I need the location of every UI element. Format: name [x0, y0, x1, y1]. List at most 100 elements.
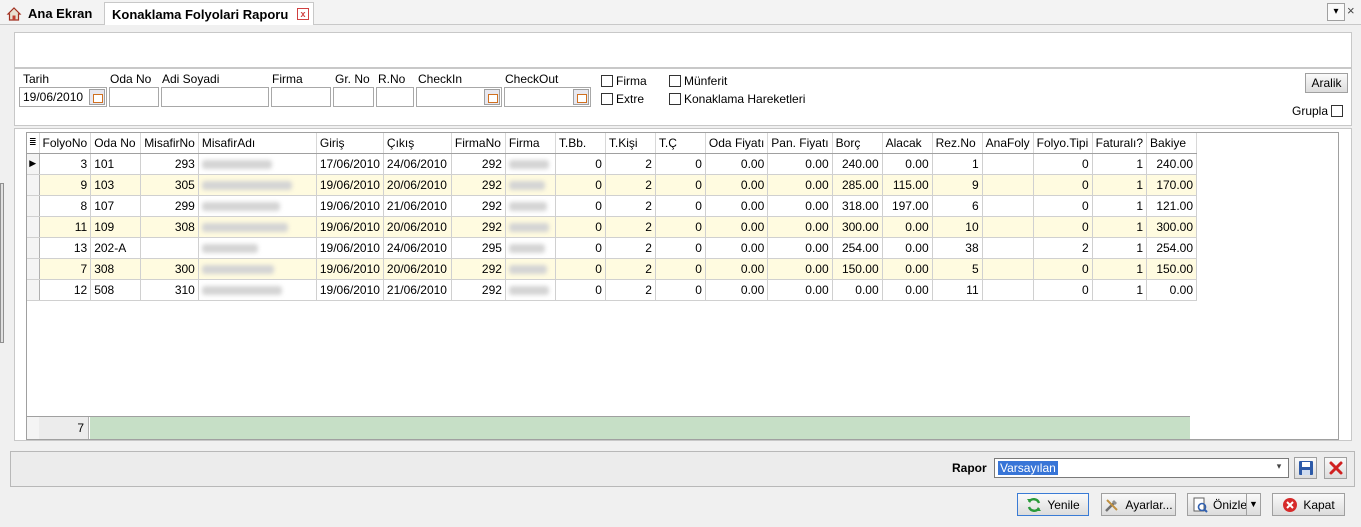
column-header[interactable]: Çıkış [383, 133, 452, 154]
row-indicator[interactable] [27, 216, 40, 238]
column-header[interactable]: Bakiye [1146, 133, 1198, 154]
table-row[interactable]: ▶ 3 101 293 17/06/2010 24/06/2010 292 0 2 0 0.00 0.… [27, 153, 1198, 175]
row-indicator[interactable] [27, 279, 40, 301]
chevron-down-icon[interactable]: ▼ [1246, 494, 1260, 515]
column-header[interactable]: Giriş [316, 133, 384, 154]
tab-konaklama-folyolari-raporu[interactable]: Konaklama Folyolari Raporu x [104, 2, 314, 25]
ayarlar-button[interactable]: Ayarlar... [1101, 493, 1176, 516]
home-icon [6, 6, 22, 21]
column-chooser-icon[interactable]: ≣ [27, 133, 40, 154]
table-cell: 0.00 [767, 258, 833, 280]
tarih-field[interactable]: 19/06/2010 [19, 87, 107, 107]
table-cell: 300.00 [832, 216, 883, 238]
table-cell: 295 [451, 237, 506, 259]
delete-report-button[interactable] [1324, 457, 1347, 479]
kapat-label: Kapat [1303, 497, 1335, 512]
checkout-field[interactable] [504, 87, 591, 107]
column-header[interactable]: T.Kişi [605, 133, 656, 154]
column-header[interactable]: Oda No [90, 133, 142, 154]
checkbox-box[interactable] [601, 93, 613, 105]
table-cell: 2 [605, 279, 656, 301]
firma-field[interactable] [271, 87, 331, 107]
table-cell: 109 [90, 216, 142, 238]
save-report-button[interactable] [1294, 457, 1317, 479]
redacted-text [201, 180, 292, 190]
table-row[interactable]: 7 308 300 19/06/2010 20/06/2010 292 0 2 0 0.00 0.0… [27, 258, 1198, 280]
column-header[interactable]: AnaFoly [982, 133, 1034, 154]
checkbox-box[interactable] [669, 75, 681, 87]
row-selector-arrow-icon[interactable]: ▶ [27, 153, 40, 175]
checkin-field[interactable] [416, 87, 502, 107]
table-row[interactable]: 8 107 299 19/06/2010 21/06/2010 292 0 2 0 0.00 0.0… [27, 195, 1198, 217]
rapor-label: Rapor [952, 461, 987, 475]
table-row[interactable]: 13 202-A 19/06/2010 24/06/2010 295 0 2 0 0.00 0.0… [27, 237, 1198, 259]
column-header[interactable]: MisafirAdı [198, 133, 317, 154]
r-no-field[interactable] [376, 87, 414, 107]
folyo-grid[interactable]: ≣ FolyoNo Oda No MisafirNo MisafirAdı Giriş Ç… [26, 132, 1339, 440]
column-header[interactable]: Borç [832, 133, 883, 154]
grupla-checkbox[interactable]: Grupla [1292, 104, 1346, 118]
calendar-icon[interactable] [573, 89, 589, 105]
row-indicator[interactable] [27, 174, 40, 196]
table-cell: 0.00 [705, 258, 769, 280]
oda-no-field[interactable] [109, 87, 159, 107]
table-cell [982, 216, 1034, 238]
row-indicator[interactable] [27, 237, 40, 259]
table-row[interactable]: 11 109 308 19/06/2010 20/06/2010 292 0 2 0 0.00 0.… [27, 216, 1198, 238]
column-header[interactable]: T.Ç [655, 133, 706, 154]
chevron-down-icon[interactable]: ▾ [1272, 461, 1286, 475]
row-indicator[interactable] [27, 195, 40, 217]
checkbox-box[interactable] [1331, 105, 1344, 117]
column-header[interactable]: Rez.No [932, 133, 983, 154]
table-cell: 0.00 [705, 279, 769, 301]
table-cell: 0 [1033, 195, 1093, 217]
column-header[interactable]: Pan. Fiyatı [767, 133, 833, 154]
close-circle-icon [1283, 497, 1298, 512]
extre-checkbox[interactable]: Extre [601, 92, 644, 106]
tab-close-icon[interactable]: x [297, 8, 309, 20]
chevron-down-icon[interactable]: ▾ [1327, 3, 1345, 21]
column-header[interactable]: T.Bb. [555, 133, 606, 154]
checkbox-box[interactable] [601, 75, 613, 87]
column-header[interactable]: Oda Fiyatı [705, 133, 769, 154]
firma-checkbox[interactable]: Firma [601, 74, 647, 88]
column-header[interactable]: Folyo.Tipi [1033, 133, 1093, 154]
table-cell [198, 216, 317, 238]
table-cell: 9 [932, 174, 983, 196]
onizle-button[interactable]: Önizle ▼ [1187, 493, 1261, 516]
column-header[interactable]: Faturalı? [1092, 133, 1148, 154]
adi-soyadi-field[interactable] [161, 87, 269, 107]
table-cell: 292 [451, 258, 506, 280]
column-header[interactable]: Alacak [882, 133, 933, 154]
calendar-icon[interactable] [89, 89, 105, 105]
kapat-button[interactable]: Kapat [1272, 493, 1345, 516]
table-cell: 0 [1033, 216, 1093, 238]
column-header[interactable]: Firma [505, 133, 556, 154]
table-cell: 20/06/2010 [383, 174, 452, 196]
konaklama-hareketleri-checkbox[interactable]: Konaklama Hareketleri [669, 92, 805, 106]
yenile-button[interactable]: Yenile [1017, 493, 1089, 516]
table-cell [982, 237, 1034, 259]
column-header[interactable]: FirmaNo [451, 133, 506, 154]
table-cell: 197.00 [882, 195, 933, 217]
side-splitter[interactable] [0, 183, 4, 343]
close-icon[interactable]: × [1347, 3, 1359, 21]
table-cell: 19/06/2010 [316, 195, 384, 217]
gr-no-field[interactable] [333, 87, 374, 107]
table-cell [505, 237, 556, 259]
checkbox-box[interactable] [669, 93, 681, 105]
table-row[interactable]: 12 508 310 19/06/2010 21/06/2010 292 0 2 0 0.00 0.… [27, 279, 1198, 301]
calendar-icon[interactable] [484, 89, 500, 105]
tab-ana-ekran[interactable]: Ana Ekran [6, 2, 104, 25]
table-cell: 0.00 [882, 216, 933, 238]
table-cell [505, 258, 556, 280]
rapor-select[interactable]: Varsayılan ▾ [994, 458, 1289, 478]
row-indicator[interactable] [27, 258, 40, 280]
column-header[interactable]: MisafirNo [140, 133, 199, 154]
column-header[interactable]: FolyoNo [39, 133, 92, 154]
aralik-button[interactable]: Aralik [1305, 73, 1348, 93]
redacted-text [201, 159, 272, 169]
table-row[interactable]: 9 103 305 19/06/2010 20/06/2010 292 0 2 0 0.00 0.0… [27, 174, 1198, 196]
munferit-checkbox[interactable]: Münferit [669, 74, 727, 88]
table-cell [198, 174, 317, 196]
